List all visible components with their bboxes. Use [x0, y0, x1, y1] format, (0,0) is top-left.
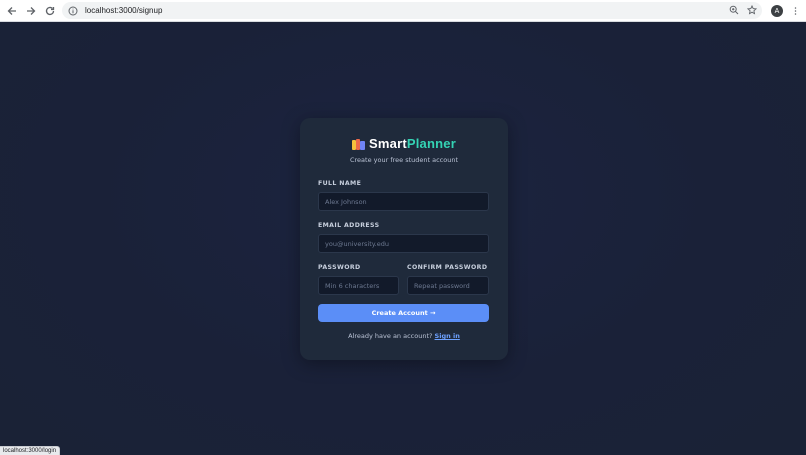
card-subtitle: Create your free student account	[349, 156, 459, 164]
signin-prompt-row: Already have an account? Sign in	[300, 332, 508, 340]
profile-avatar[interactable]: A	[771, 5, 783, 17]
back-arrow-icon[interactable]	[4, 3, 20, 19]
password-input[interactable]	[318, 276, 399, 295]
email-label: EMAIL ADDRESS	[318, 222, 380, 229]
confirm-password-input[interactable]	[407, 276, 489, 295]
books-logo-icon	[352, 138, 366, 150]
signin-prompt-text: Already have an account?	[348, 332, 433, 340]
create-account-button[interactable]: Create Account →	[318, 304, 489, 322]
full-name-label: FULL NAME	[318, 180, 362, 187]
site-info-icon[interactable]	[67, 5, 79, 17]
zoom-icon[interactable]	[728, 4, 740, 16]
address-bar[interactable]: localhost:3000/signup	[62, 2, 762, 19]
email-input[interactable]	[318, 234, 489, 253]
password-label: PASSWORD	[318, 264, 361, 271]
confirm-password-label: CONFIRM PASSWORD	[407, 264, 488, 271]
star-icon[interactable]	[746, 4, 758, 16]
url-text[interactable]: localhost:3000/signup	[85, 6, 162, 15]
more-vert-icon[interactable]	[790, 5, 800, 17]
full-name-input[interactable]	[318, 192, 489, 211]
signup-card: SmartPlanner Create your free student ac…	[300, 118, 508, 360]
forward-arrow-icon[interactable]	[23, 3, 39, 19]
link-status-bubble: localhost:3000/login	[0, 446, 61, 455]
browser-toolbar: localhost:3000/signup A	[0, 0, 806, 22]
brand-name: SmartPlanner	[369, 136, 456, 151]
reload-icon[interactable]	[42, 3, 58, 19]
signin-link[interactable]: Sign in	[435, 332, 460, 340]
brand-logo: SmartPlanner	[300, 136, 508, 151]
